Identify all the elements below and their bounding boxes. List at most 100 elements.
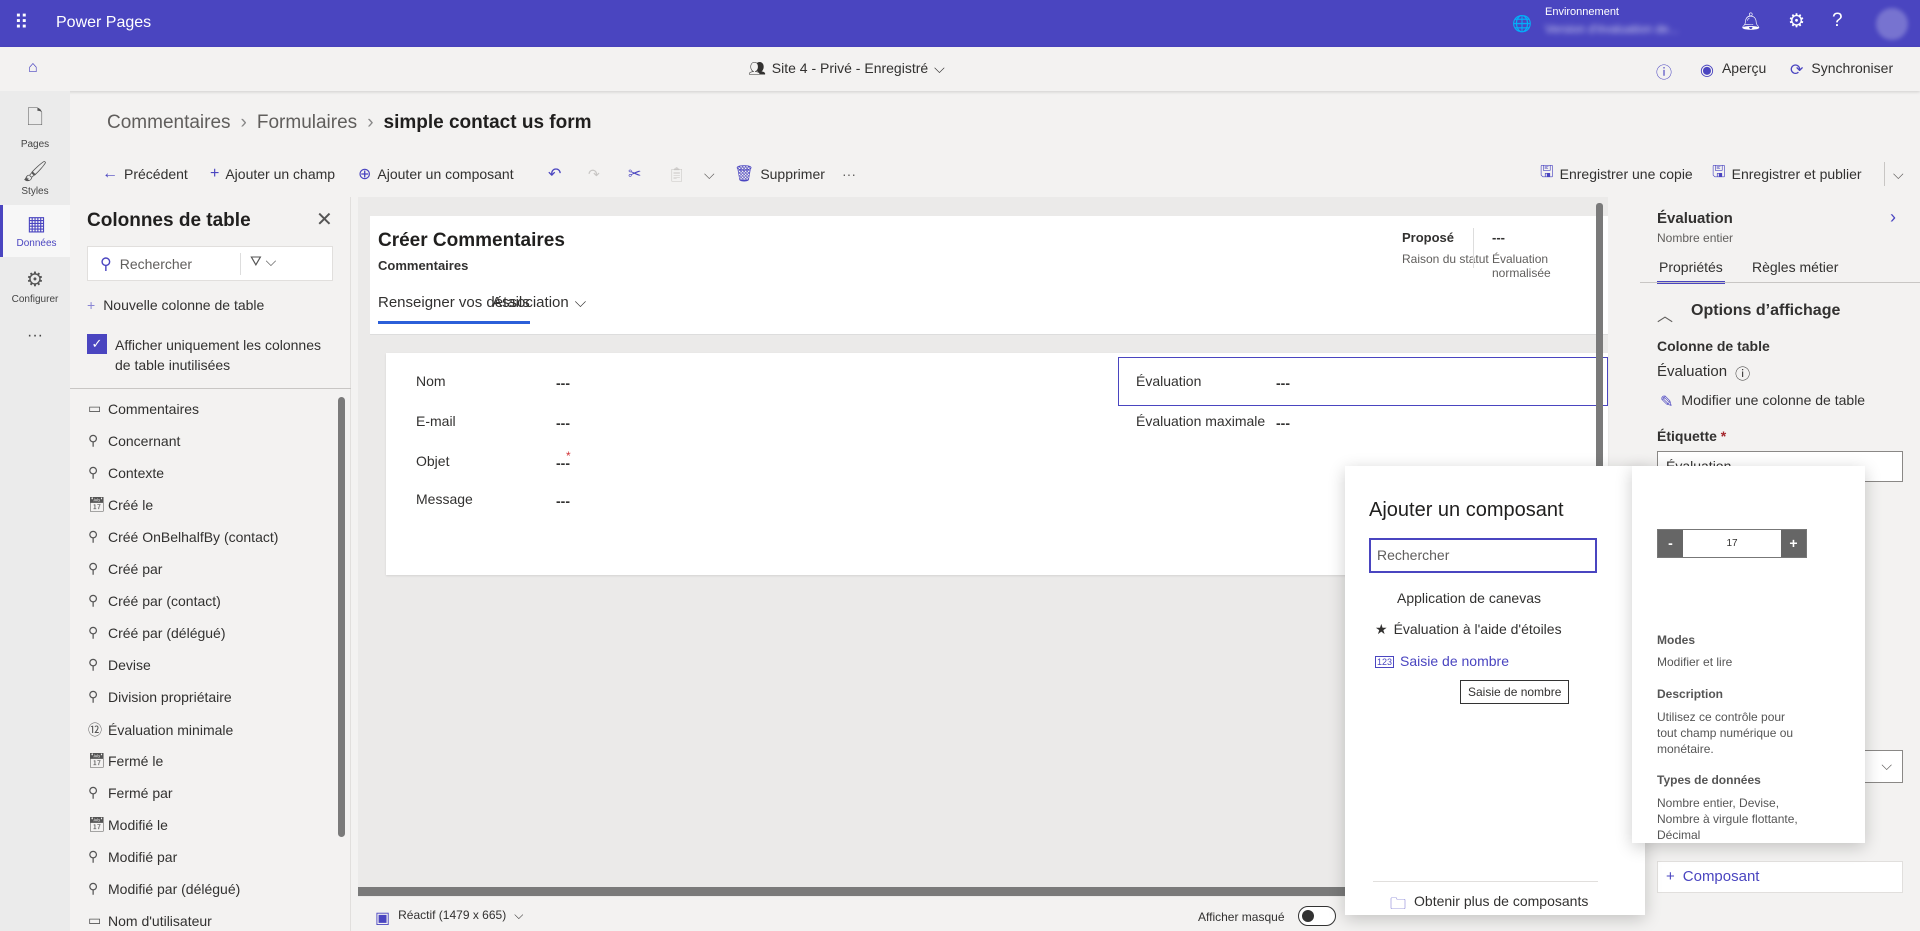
column-list-item[interactable]: ⚲ Division propriétaire (88, 688, 232, 705)
add-field-button[interactable]: + Ajouter un champ (210, 162, 335, 186)
info-book-icon[interactable]: ⓘ (1656, 59, 1672, 83)
save-copy-button[interactable]: 🖫 Enregistrer une copie (1540, 162, 1693, 186)
field-value[interactable]: --- (1276, 375, 1290, 391)
description-text: Utilisez ce contrôle pour tout champ num… (1657, 710, 1794, 756)
help-icon[interactable]: ? (1832, 10, 1843, 32)
cut-icon[interactable]: ✂ (628, 162, 641, 186)
unused-columns-checkbox[interactable]: ✓ (87, 334, 107, 354)
column-list-item[interactable]: ⚲ Créé OnBelhalfBy (contact) (88, 528, 278, 545)
tab-business-rules[interactable]: Règles métier (1752, 259, 1838, 275)
number-icon: 123 (1375, 656, 1395, 668)
rail-item-styles[interactable]: 🖌︎ Styles (0, 159, 70, 205)
site-bar: ⌂ 👥︎ Site 4 - Privé - Enregistré ⌵ ⓘ ◉ Ap… (0, 47, 1920, 91)
add-component-button[interactable]: ⊕ Ajouter un composant (358, 162, 514, 186)
redo-icon[interactable]: ↷ (588, 162, 600, 186)
site-people-icon: 👥︎ (748, 60, 766, 76)
avatar[interactable] (1876, 8, 1908, 40)
app-launcher-icon[interactable]: ⠿ (14, 10, 29, 35)
field-label: Nom (416, 373, 446, 389)
component-star-rating[interactable]: ★ Évaluation à l'aide d'étoiles (1375, 621, 1562, 638)
delete-button[interactable]: 🗑︎ Supprimer (734, 162, 825, 186)
column-list-item[interactable]: 📅︎ Fermé le (88, 752, 163, 769)
save-edit-icon: 🖫 (1540, 163, 1554, 181)
site-selector[interactable]: 👥︎ Site 4 - Privé - Enregistré ⌵ (748, 60, 945, 77)
number-stepper[interactable]: - 17 + (1657, 529, 1807, 558)
responsive-icon: ▣ (375, 910, 391, 927)
component-number-input[interactable]: 123 Saisie de nombre (1375, 653, 1509, 669)
horizontal-scrollbar[interactable] (358, 887, 1348, 896)
column-list-item[interactable]: ⚲ Modifié par (délégué) (88, 880, 240, 897)
preview-button[interactable]: ◉ Aperçu (1700, 60, 1766, 80)
new-column-button[interactable]: + Nouvelle colonne de table (87, 297, 264, 313)
add-component-button[interactable]: + Composant (1657, 861, 1903, 893)
modes-title: Modes (1657, 633, 1696, 647)
sync-button[interactable]: ⟳ Synchroniser (1790, 60, 1893, 80)
column-list-item[interactable]: ⚲ Créé par (contact) (88, 592, 221, 609)
column-search-input[interactable]: ⚲ Rechercher ⛛ ⌵ (87, 246, 333, 281)
home-icon[interactable]: ⌂ (28, 59, 38, 77)
filter-icon[interactable]: ⛛ ⌵ (250, 253, 276, 270)
stepper-minus[interactable]: - (1658, 530, 1683, 557)
column-list-item[interactable]: ▭ Commentaires (88, 400, 199, 417)
stepper-value[interactable]: 17 (1683, 530, 1781, 557)
field-label: Message (416, 491, 473, 507)
paste-icon[interactable]: 📋︎ (668, 162, 686, 186)
field-value[interactable]: --- (556, 415, 570, 431)
breadcrumb-item[interactable]: Commentaires (107, 112, 231, 134)
field-value[interactable]: --- (556, 455, 570, 471)
gear-icon[interactable]: ⚙ (1788, 10, 1805, 33)
component-search-input[interactable]: Rechercher (1369, 538, 1597, 573)
chevron-down-icon[interactable]: ⌵ (704, 162, 715, 186)
bell-icon[interactable]: 🔔︎ (1740, 12, 1762, 32)
column-list-item[interactable]: ⚲ Fermé par (88, 784, 173, 801)
field-value[interactable]: --- (556, 493, 570, 509)
field-value[interactable]: --- (556, 375, 570, 391)
column-list-item[interactable]: ▭ Nom d'utilisateur (88, 912, 212, 929)
column-list-item[interactable]: ⚲ Créé par (délégué) (88, 624, 226, 641)
environment-value[interactable]: Version d'évaluation de... (1545, 22, 1679, 36)
globe-icon: 🌐 (1512, 16, 1532, 33)
label-field-label: Étiquette * (1657, 428, 1727, 444)
info-icon[interactable]: ⓘ (1735, 363, 1750, 384)
column-list-item[interactable]: ⚲ Devise (88, 656, 151, 673)
rail-item-pages[interactable]: 🗋 Pages (0, 103, 70, 150)
save-publish-icon: 🖫 (1712, 163, 1726, 181)
responsive-selector[interactable]: ▣ Réactif (1479 x 665) ⌵ (375, 908, 523, 928)
column-list-item[interactable]: 📅︎ Modifié le (88, 816, 168, 833)
more-icon[interactable]: ··· (0, 327, 70, 345)
undo-icon[interactable]: ↶ (548, 162, 561, 186)
tab-properties[interactable]: Propriétés (1657, 259, 1725, 284)
form-subtitle: Commentaires (378, 258, 469, 273)
column-list-item[interactable]: ⚲ Concernant (88, 432, 180, 449)
component-canvas-app[interactable]: Application de canevas (1397, 590, 1541, 606)
breadcrumb: Commentaires › Formulaires › simple contac… (107, 112, 592, 134)
stepper-plus[interactable]: + (1781, 530, 1806, 557)
chevron-down-icon: ⌵ (934, 60, 945, 76)
chevron-right-icon[interactable]: › (1890, 207, 1896, 228)
column-list-item[interactable]: ⑫ Évaluation minimale (88, 720, 233, 740)
tab-association[interactable]: Association ⌵ (492, 294, 586, 311)
rail-item-configure[interactable]: ⚙ Configurer (0, 267, 70, 313)
save-publish-button[interactable]: 🖫 Enregistrer et publier (1712, 162, 1862, 186)
edit-column-link[interactable]: ✎ Modifier une colonne de table (1660, 392, 1865, 412)
rail-item-data[interactable]: ▦ Données (0, 205, 70, 257)
eye-icon: ◉ (1700, 62, 1714, 79)
search-icon: ⚲ (100, 255, 112, 273)
column-list-item[interactable]: 📅︎ Créé le (88, 496, 153, 513)
lookup-icon: ⚲ (88, 848, 99, 864)
column-list-item[interactable]: ⚲ Contexte (88, 464, 164, 481)
scrollbar[interactable] (338, 397, 345, 837)
sync-icon: ⟳ (1790, 62, 1804, 79)
get-more-components-button[interactable]: 🗀 Obtenir plus de composants (1390, 893, 1588, 920)
chevron-down-icon[interactable]: ⌵ (1884, 162, 1904, 186)
column-list-item[interactable]: ⚲ Modifié par (88, 848, 177, 865)
field-value[interactable]: --- (1276, 415, 1290, 431)
column-list-item[interactable]: ⚲ Créé par (88, 560, 162, 577)
display-options-section[interactable]: ︿ Options d’affichage (1657, 302, 1840, 326)
close-icon[interactable]: ✕ (316, 207, 333, 232)
back-button[interactable]: ← Précédent (102, 162, 188, 186)
breadcrumb-item[interactable]: Formulaires (257, 112, 357, 134)
more-icon[interactable]: ··· (842, 162, 856, 186)
plus-icon: + (87, 297, 96, 313)
show-hidden-toggle[interactable] (1298, 906, 1336, 926)
